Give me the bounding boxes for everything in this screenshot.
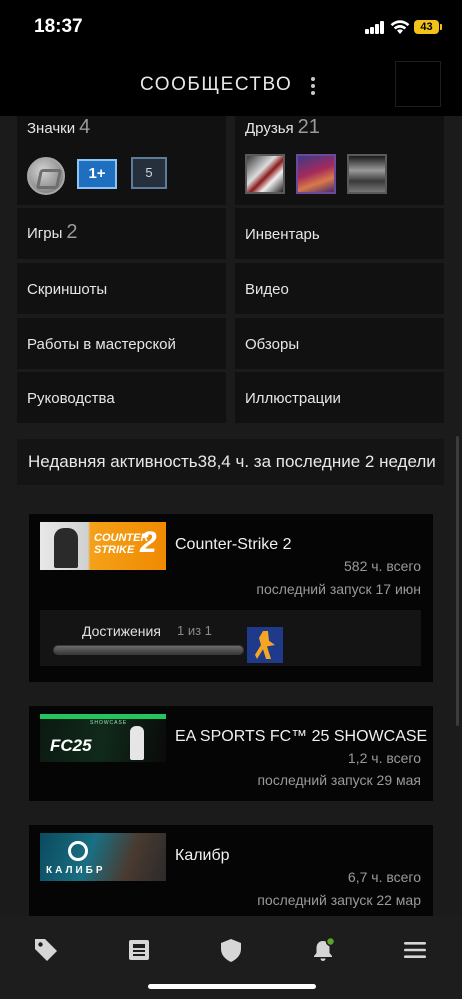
- tile-label: Игры: [27, 225, 63, 242]
- wifi-icon: [390, 20, 410, 34]
- tile-workshop[interactable]: Работы в мастерской: [17, 318, 226, 369]
- game-last-played: последний запуск 29 мая: [257, 772, 421, 788]
- game-card-ea-sports-fc[interactable]: SHOWCASE FC25 EA SPORTS FC™ 25 SHOWCASE …: [29, 706, 433, 801]
- more-options-icon[interactable]: [308, 75, 318, 97]
- tile-label: Друзья: [245, 120, 294, 137]
- tile-count: 4: [79, 116, 91, 138]
- achievements-panel[interactable]: Достижения 1 из 1: [40, 610, 421, 666]
- achievements-count: 1 из 1: [177, 623, 212, 638]
- tile-label: Обзоры: [245, 336, 300, 353]
- recent-activity-summary: 38,4 ч. за последние 2 недели: [197, 452, 436, 471]
- app-header: СООБЩЕСТВО: [0, 58, 462, 116]
- recent-activity-label: Недавняя активность: [28, 452, 198, 471]
- scrollbar[interactable]: [456, 436, 459, 726]
- menu-icon[interactable]: [401, 936, 429, 964]
- shield-icon[interactable]: [217, 936, 245, 964]
- page-title: СООБЩЕСТВО: [140, 74, 293, 95]
- game-last-played: последний запуск 22 мар: [257, 892, 421, 908]
- tile-reviews[interactable]: Обзоры: [235, 318, 444, 369]
- tile-label: Руководства: [27, 390, 115, 407]
- tile-label: Значки: [27, 120, 76, 137]
- tile-games[interactable]: Игры 2: [17, 208, 226, 259]
- tile-label: Видео: [245, 281, 289, 298]
- game-last-played: последний запуск 17 июн: [256, 581, 421, 597]
- game-name[interactable]: Калибр: [175, 847, 230, 865]
- store-icon[interactable]: [32, 936, 60, 964]
- capsule-number: 2: [140, 526, 157, 559]
- game-name[interactable]: EA SPORTS FC™ 25 SHOWCASE: [175, 728, 427, 746]
- capsule-title: FC25: [50, 736, 92, 755]
- game-card-kalibr[interactable]: КАЛИБР Калибр 6,7 ч. всего последний зап…: [29, 825, 433, 916]
- tile-screenshots[interactable]: Скриншоты: [17, 263, 226, 314]
- game-hours: 6,7 ч. всего: [347, 869, 421, 885]
- game-hours: 582 ч. всего: [344, 558, 421, 574]
- tile-label: Иллюстрации: [245, 390, 341, 407]
- cellular-signal-icon: [365, 21, 384, 34]
- notifications-icon[interactable]: [309, 936, 337, 964]
- tile-label: Работы в мастерской: [27, 336, 176, 353]
- achievement-icon[interactable]: [247, 627, 283, 663]
- game-hours: 1,2 ч. всего: [347, 750, 421, 766]
- battery-indicator: 43: [414, 20, 442, 34]
- coin-badge-icon[interactable]: [27, 157, 65, 195]
- game-capsule-image[interactable]: КАЛИБР: [40, 833, 166, 881]
- profile-content: Значки 4 1+ 5 Друзья 21 Игры 2 Инвентарь Ск…: [0, 116, 462, 916]
- friend-avatar[interactable]: [245, 154, 285, 194]
- game-card-counter-strike[interactable]: COUNTER STRIKE 2 Counter-Strike 2 582 ч.…: [29, 514, 433, 682]
- friend-avatar[interactable]: [347, 154, 387, 194]
- tile-count: 2: [66, 221, 78, 243]
- friend-avatar[interactable]: [296, 154, 336, 194]
- game-capsule-image[interactable]: COUNTER STRIKE 2: [40, 522, 166, 570]
- status-bar: 18:37 43: [0, 0, 462, 58]
- tile-videos[interactable]: Видео: [235, 263, 444, 314]
- recent-activity-header: Недавняя активность38,4 ч. за последние …: [17, 439, 444, 485]
- news-icon[interactable]: [125, 936, 153, 964]
- capsule-subtitle: SHOWCASE: [90, 720, 128, 726]
- achievements-progress-bar: [53, 645, 244, 655]
- level-badge-icon[interactable]: 1+: [77, 159, 117, 189]
- tile-label: Инвентарь: [245, 226, 320, 243]
- count-badge-icon[interactable]: 5: [131, 157, 167, 189]
- capsule-title: КАЛИБР: [46, 865, 106, 876]
- tile-friends[interactable]: Друзья 21: [235, 116, 444, 205]
- tile-label: Скриншоты: [27, 281, 108, 298]
- game-name[interactable]: Counter-Strike 2: [175, 536, 292, 554]
- home-indicator: [148, 984, 316, 989]
- achievements-progress-fill: [54, 646, 243, 654]
- notification-dot: [325, 936, 336, 947]
- tile-inventory[interactable]: Инвентарь: [235, 208, 444, 259]
- achievements-label: Достижения: [82, 623, 161, 639]
- tile-guides[interactable]: Руководства: [17, 372, 226, 423]
- avatar[interactable]: [395, 61, 441, 107]
- tile-count: 21: [297, 116, 320, 138]
- status-time: 18:37: [34, 16, 83, 37]
- tile-artwork[interactable]: Иллюстрации: [235, 372, 444, 423]
- game-capsule-image[interactable]: SHOWCASE FC25: [40, 714, 166, 762]
- tile-badges[interactable]: Значки 4 1+ 5: [17, 116, 226, 205]
